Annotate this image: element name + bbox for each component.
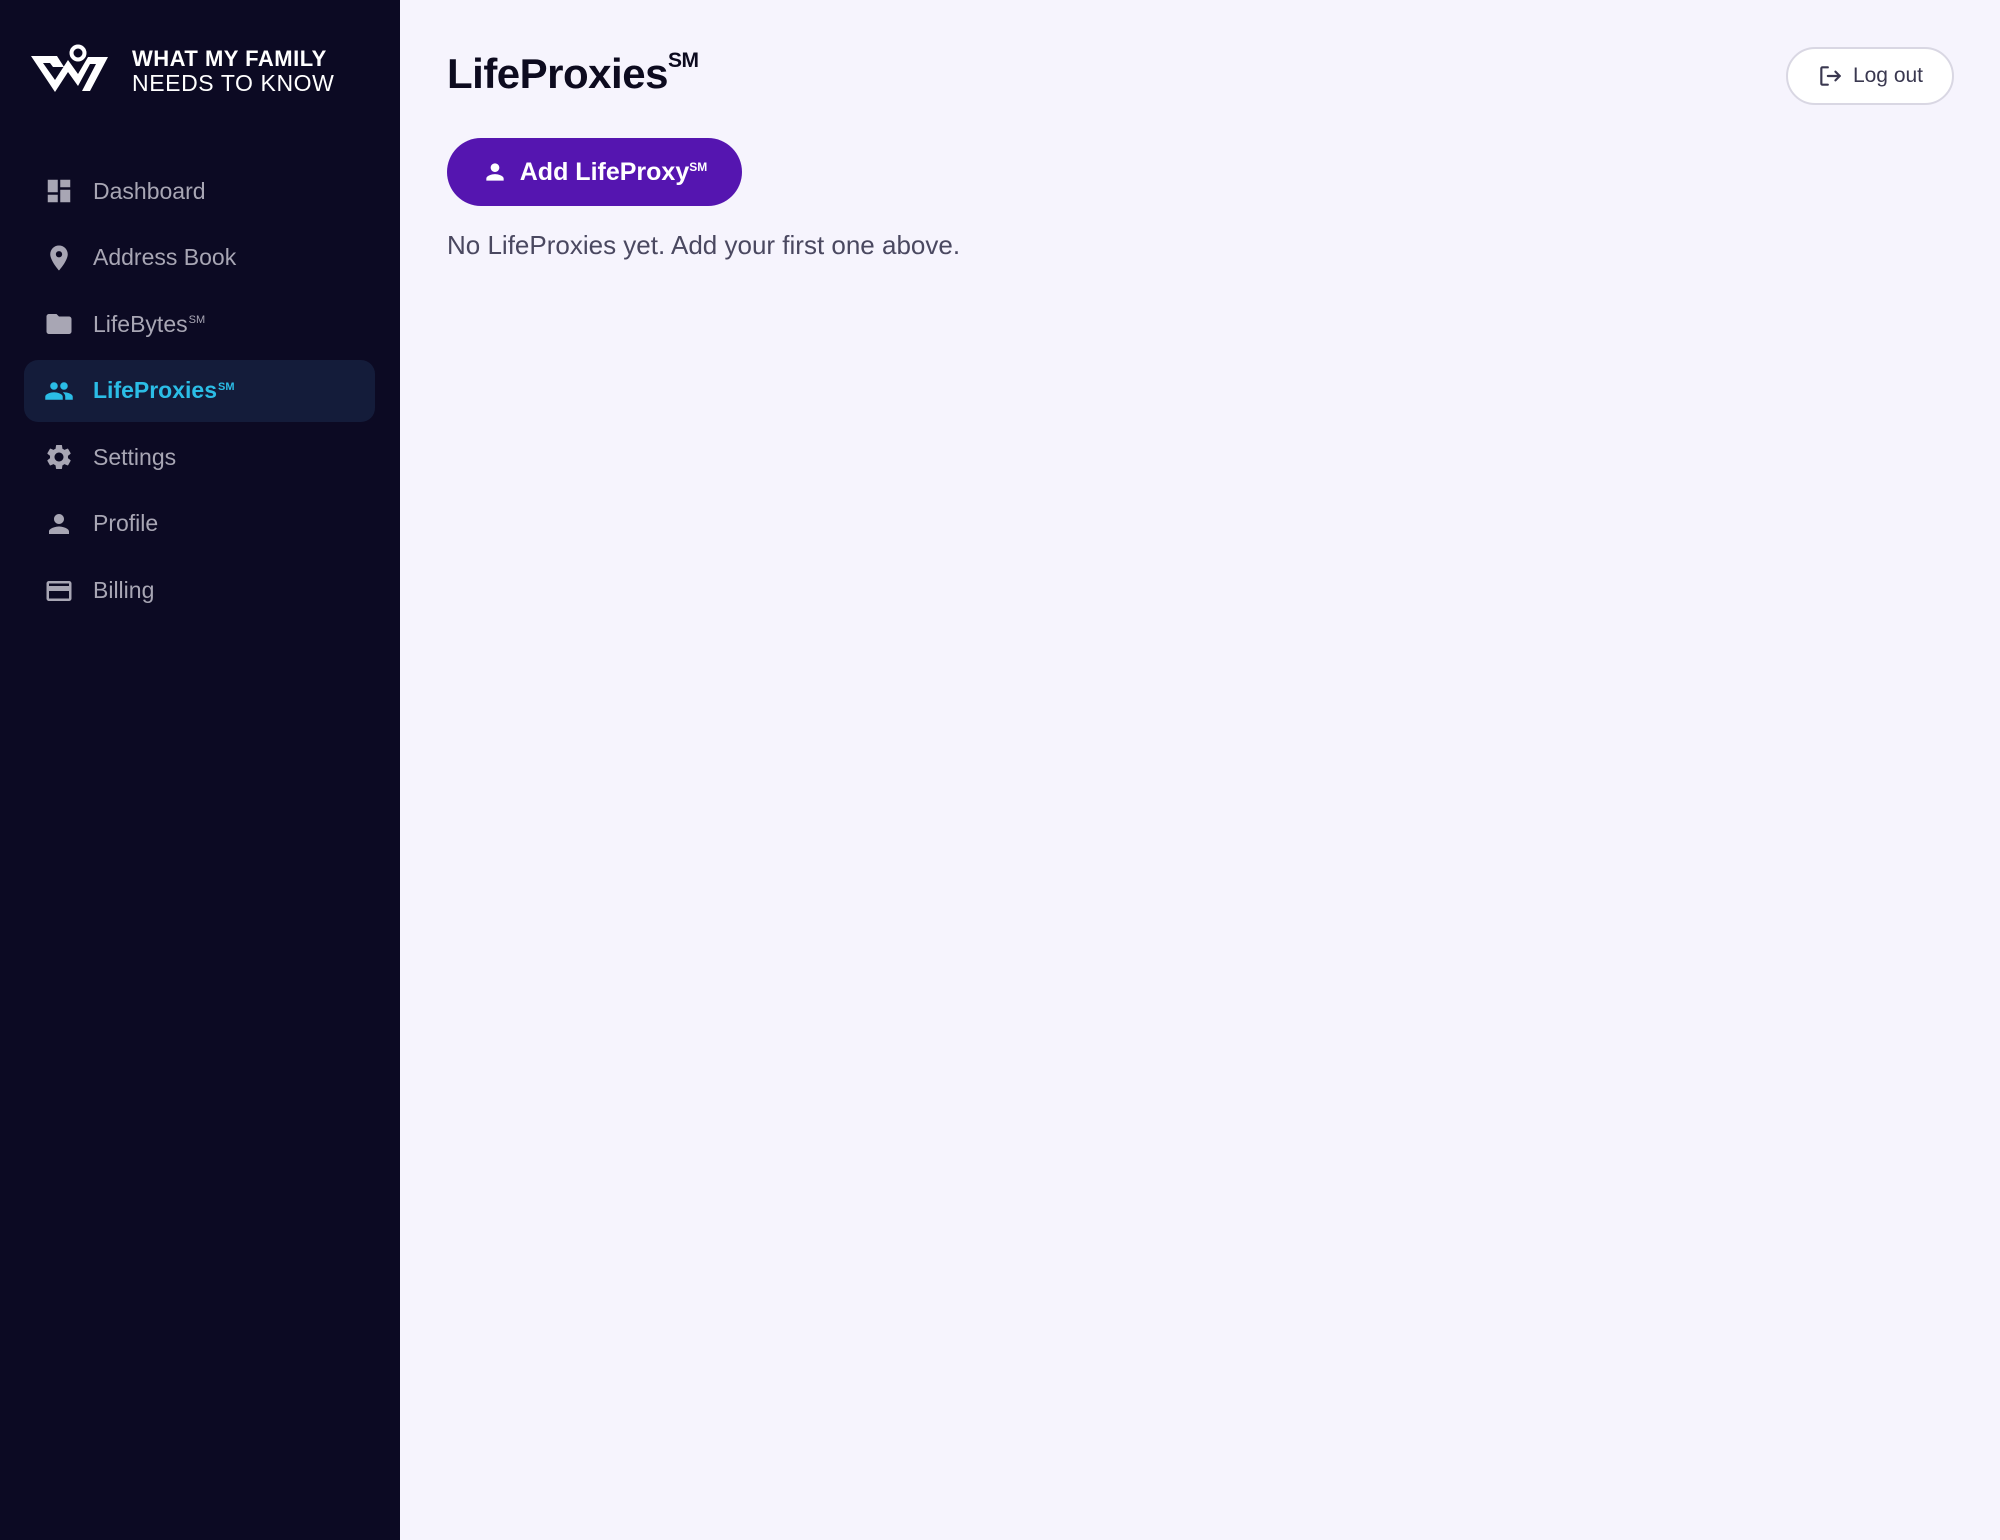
sidebar-item-profile[interactable]: Profile: [24, 493, 375, 555]
service-mark: SM: [689, 160, 708, 174]
sidebar-item-label: LifeBytes: [93, 310, 188, 337]
page-title: LifeProxiesSM: [447, 49, 699, 98]
main-content: LifeProxiesSM Log out Add LifeProxy SM No…: [400, 0, 2000, 1540]
logout-label: Log out: [1852, 64, 1924, 87]
credit-card-icon: [44, 576, 74, 606]
sidebar-item-lifeproxies[interactable]: LifeProxies SM: [24, 359, 375, 422]
person-icon: [486, 163, 504, 181]
sidebar-nav: Dashboard Address Book LifeBytes SM LifeP…: [24, 160, 375, 626]
folder-icon: [44, 309, 74, 339]
dashboard-icon: [44, 176, 74, 206]
sidebar-item-label: Billing: [93, 577, 155, 604]
service-mark: SM: [218, 380, 235, 393]
add-lifeproxy-button[interactable]: Add LifeProxy SM: [447, 138, 742, 206]
sidebar: WHAT MY FAMILY NEEDS TO KNOW Dashboard A…: [0, 0, 400, 1540]
sidebar-item-lifebytes[interactable]: LifeBytes SM: [24, 293, 375, 355]
sidebar-item-label: Settings: [93, 443, 177, 470]
sidebar-item-address-book[interactable]: Address Book: [24, 227, 375, 289]
service-mark: SM: [667, 49, 699, 72]
brand-line2: NEEDS TO KNOW: [132, 70, 335, 97]
sidebar-item-dashboard[interactable]: Dashboard: [24, 160, 375, 222]
empty-state-message: No LifeProxies yet. Add your first one a…: [447, 230, 961, 260]
sidebar-item-label: LifeProxies: [93, 377, 217, 404]
person-icon: [44, 509, 74, 539]
brand[interactable]: WHAT MY FAMILY NEEDS TO KNOW: [28, 44, 334, 100]
add-button-label: Add LifeProxy: [519, 157, 690, 186]
sidebar-item-settings[interactable]: Settings: [24, 426, 375, 488]
sidebar-item-label: Profile: [93, 510, 159, 537]
page-title-text: LifeProxies: [447, 50, 668, 97]
logout-icon: [1820, 66, 1841, 86]
sidebar-item-label: Dashboard: [93, 177, 206, 204]
wmfntk-logo-icon: [31, 44, 108, 92]
brand-text: WHAT MY FAMILY NEEDS TO KNOW: [132, 46, 335, 97]
location-pin-icon: [44, 243, 74, 273]
logout-button[interactable]: Log out: [1786, 47, 1954, 105]
sidebar-item-billing[interactable]: Billing: [24, 560, 375, 622]
sidebar-item-label: Address Book: [93, 244, 237, 271]
brand-line1: WHAT MY FAMILY: [132, 46, 327, 72]
people-icon: [44, 376, 74, 406]
service-mark: SM: [188, 314, 206, 327]
gear-icon: [44, 442, 74, 472]
